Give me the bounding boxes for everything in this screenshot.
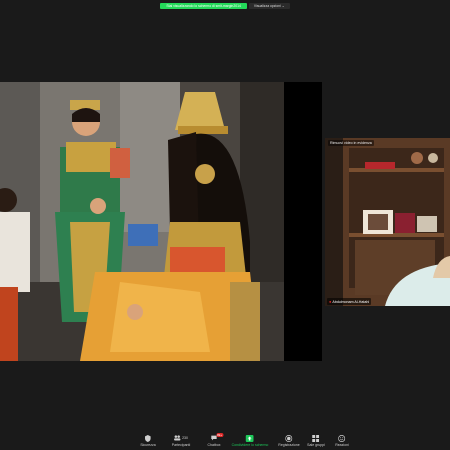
reactions-button[interactable]: Reazioni xyxy=(335,434,349,447)
record-button[interactable]: Registrazione xyxy=(278,434,300,447)
record-label: Registrazione xyxy=(278,443,300,447)
view-options-dropdown[interactable]: Visualizza opzioni ⌄ xyxy=(248,2,290,9)
participant-video-feed xyxy=(325,138,450,306)
chat-bubble-icon: 99+ xyxy=(210,433,224,442)
shared-screen xyxy=(0,82,322,361)
remove-spotlight-label[interactable]: Rimuovi video in evidenza xyxy=(328,140,374,146)
mic-muted-icon: ● xyxy=(329,299,332,304)
share-screen-label: Condividere lo schermo xyxy=(231,443,269,447)
share-status-label: Stai visualizzando lo schermo di smit-ma… xyxy=(160,2,247,9)
breakout-rooms-icon xyxy=(312,434,320,442)
smiley-icon xyxy=(338,434,346,442)
share-screen-button[interactable]: Condividere lo schermo xyxy=(231,434,269,447)
chat-label: Chatbox xyxy=(207,443,221,447)
chat-button[interactable]: 99+ Chatbox xyxy=(207,433,224,447)
breakout-rooms-button[interactable]: Sale gruppi xyxy=(307,434,325,447)
record-icon xyxy=(285,434,293,442)
participants-icon: 230 xyxy=(173,434,189,442)
shared-photo xyxy=(0,82,284,361)
meeting-toolbar: Sicurezza 230 Partecipanti 99+ Chatbox C… xyxy=(0,432,450,450)
share-screen-icon xyxy=(246,434,254,442)
security-label: Sicurezza xyxy=(140,443,156,447)
chat-unread-badge: 99+ xyxy=(215,433,224,437)
participants-count: 230 xyxy=(182,436,188,440)
breakout-rooms-label: Sale gruppi xyxy=(307,443,325,447)
photo-illustration xyxy=(0,82,284,361)
share-banner: Stai visualizzando lo schermo di smit-ma… xyxy=(0,1,450,10)
participants-button[interactable]: 230 Partecipanti xyxy=(172,434,190,447)
participants-label: Partecipanti xyxy=(171,443,191,447)
reactions-label: Reazioni xyxy=(335,443,349,447)
security-button[interactable]: Sicurezza xyxy=(140,434,156,447)
participant-name: Abdulmonam Al-Hatahi xyxy=(332,299,370,304)
participant-name-badge: ● Abdulmonam Al-Hatahi xyxy=(327,298,372,305)
participant-video-tile[interactable]: Rimuovi video in evidenza ● Abdulmonam A… xyxy=(325,138,450,306)
shield-icon xyxy=(144,434,152,442)
